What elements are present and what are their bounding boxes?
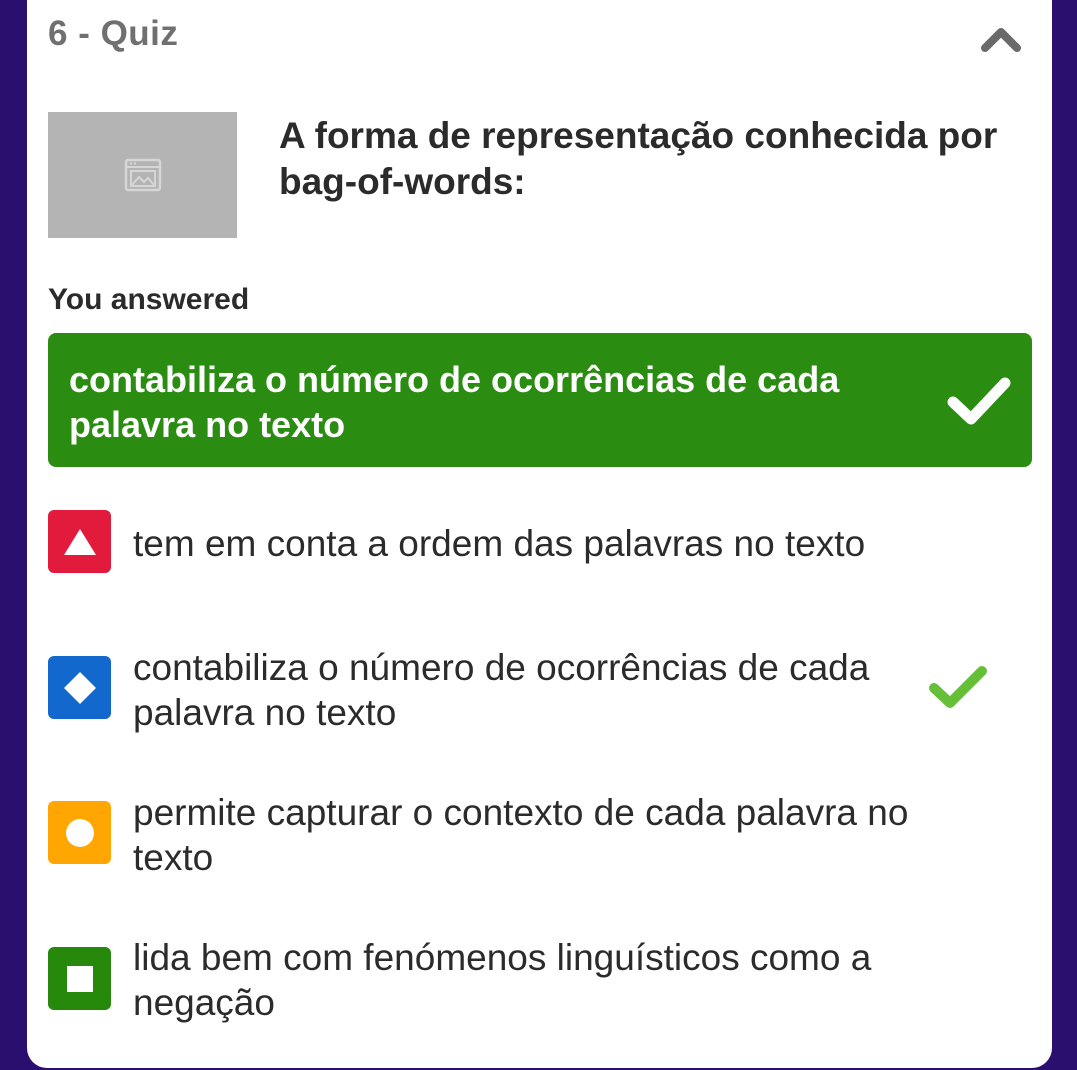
triangle-icon (63, 528, 96, 555)
collapse-button[interactable] (981, 24, 1021, 54)
question-number-label: 6 - Quiz (48, 14, 179, 53)
answer-option-circle[interactable]: permite capturar o contexto de cada pala… (48, 790, 988, 882)
image-icon (124, 158, 161, 192)
square-icon (66, 965, 93, 992)
circle-shape-badge (48, 801, 111, 864)
user-answer-text: contabiliza o número de ocorrências de c… (69, 359, 840, 445)
option-text: permite capturar o contexto de cada pala… (133, 792, 909, 878)
answer-option-diamond[interactable]: contabiliza o número de ocorrências de c… (48, 645, 988, 737)
question-text: A forma de representação conhecida por b… (279, 115, 998, 202)
question-image-placeholder (48, 112, 237, 238)
you-answered-label: You answered (48, 283, 250, 316)
diamond-icon (63, 671, 96, 704)
triangle-shape-badge (48, 510, 111, 573)
chevron-up-icon (981, 28, 1021, 52)
circle-icon (65, 818, 94, 847)
answer-option-square[interactable]: lida bem com fenómenos linguísticos como… (48, 935, 988, 1027)
correct-checkmark-icon (929, 666, 987, 708)
square-shape-badge (48, 947, 111, 1010)
quiz-header: 6 - Quiz (48, 14, 1031, 64)
quiz-card: 6 - Quiz A forma de representação conhec… (27, 0, 1052, 1068)
answer-option-triangle[interactable]: tem em conta a ordem das palavras no tex… (48, 510, 988, 580)
option-text: contabiliza o número de ocorrências de c… (133, 647, 870, 733)
option-text: lida bem com fenómenos linguísticos como… (133, 937, 872, 1023)
diamond-shape-badge (48, 656, 111, 719)
checkmark-icon (947, 377, 1011, 425)
option-text: tem em conta a ordem das palavras no tex… (133, 523, 866, 564)
user-answer-box: contabiliza o número de ocorrências de c… (48, 333, 1032, 467)
